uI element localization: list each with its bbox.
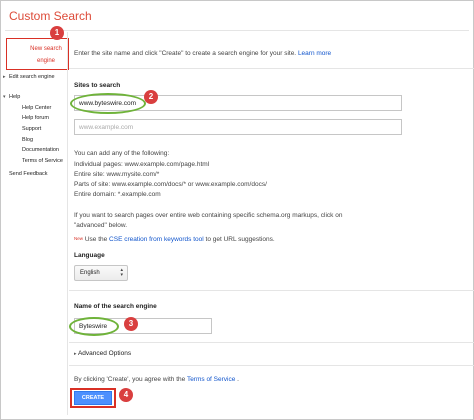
highlight-ellipse — [69, 317, 119, 336]
terms-line: By clicking 'Create', you agree with the… — [74, 376, 239, 383]
header-divider — [5, 30, 469, 31]
sidebar-item-new-search-engine[interactable]: New search engine — [6, 38, 69, 70]
sidebar-divider — [67, 32, 68, 415]
sites-heading: Sites to search — [74, 82, 121, 89]
step-badge-1: 1 — [50, 26, 64, 40]
divider — [69, 365, 474, 366]
intro-description: Enter the site name and click "Create" t… — [74, 50, 297, 57]
keywords-tool-line: New Use the CSE creation from keywords t… — [74, 236, 275, 243]
sidebar-item-edit-search-engine[interactable]: Edit search engine — [9, 74, 55, 80]
new-tag: New — [74, 236, 84, 241]
divider — [69, 290, 474, 291]
sidebar-item-blog[interactable]: Blog — [22, 137, 33, 143]
intro-text: Enter the site name and click "Create" t… — [74, 50, 331, 57]
use-prefix: Use the — [84, 236, 108, 243]
create-button[interactable]: CREATE — [74, 391, 112, 405]
sidebar-item-documentation[interactable]: Documentation — [22, 147, 59, 153]
highlight-ellipse — [70, 93, 146, 114]
sidebar-item-send-feedback[interactable]: Send Feedback — [9, 171, 48, 177]
sidebar-item-help[interactable]: Help — [9, 94, 20, 100]
example-individual-pages: Individual pages: www.example.com/page.h… — [74, 161, 210, 168]
divider — [69, 342, 474, 343]
cse-keywords-tool-link[interactable]: CSE creation from keywords tool — [109, 236, 204, 243]
learn-more-link[interactable]: Learn more — [298, 50, 331, 57]
advanced-options-label: Advanced Options — [77, 350, 132, 357]
add-any-text: You can add any of the following: — [74, 150, 170, 157]
select-arrows-icon: ▴ ▾ — [120, 267, 123, 278]
terms-suffix: . — [237, 376, 239, 383]
sidebar-item-terms-of-service[interactable]: Terms of Service — [22, 158, 63, 164]
step-badge-4: 4 — [119, 388, 133, 402]
divider — [69, 68, 474, 69]
sidebar-item-support[interactable]: Support — [22, 126, 41, 132]
sidebar-item-label: New search engine — [30, 46, 62, 64]
triangle-right-icon: ▸ — [3, 74, 6, 80]
advanced-options-toggle[interactable]: ▸ Advanced Options — [74, 350, 131, 357]
sidebar-item-help-forum[interactable]: Help forum — [22, 115, 49, 121]
schema-text-line1: If you want to search pages over entire … — [74, 212, 343, 219]
language-heading: Language — [74, 252, 105, 259]
step-badge-3: 3 — [124, 317, 138, 331]
terms-prefix: By clicking 'Create', you agree with the — [74, 376, 186, 383]
terms-of-service-link[interactable]: Terms of Service — [187, 376, 235, 383]
language-select[interactable]: English ▴ ▾ — [74, 265, 128, 281]
example-entire-domain: Entire domain: *.example.com — [74, 191, 161, 198]
language-selected-value: English — [80, 270, 100, 276]
schema-text-line2: "advanced" below. — [74, 222, 128, 229]
triangle-right-icon: ▸ — [74, 351, 77, 357]
sidebar-item-help-center[interactable]: Help Center — [22, 105, 51, 111]
additional-site-input[interactable]: www.example.com — [74, 119, 402, 135]
sidebar: New search engine ▸ Edit search engine ▾… — [0, 32, 70, 412]
example-parts-of-site: Parts of site: www.example.com/docs/* or… — [74, 181, 267, 188]
window-frame — [0, 0, 474, 420]
triangle-down-icon: ▾ — [3, 94, 6, 100]
app-title: Custom Search — [9, 9, 92, 23]
example-entire-site: Entire site: www.mysite.com/* — [74, 171, 160, 178]
name-heading: Name of the search engine — [74, 303, 157, 310]
step-badge-2: 2 — [144, 90, 158, 104]
use-suffix: to get URL suggestions. — [205, 236, 275, 243]
